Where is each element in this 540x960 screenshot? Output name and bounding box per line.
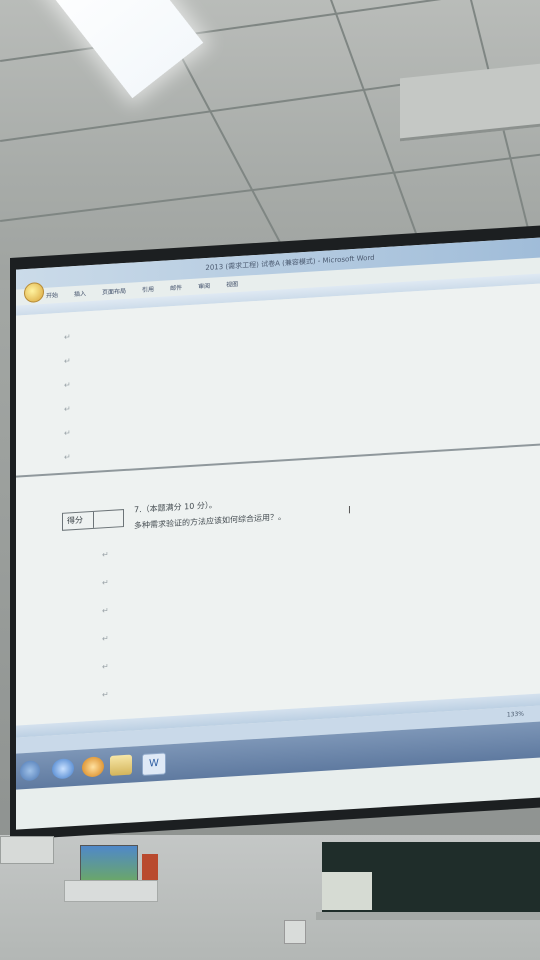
paragraph-mark: ↵ [64, 428, 71, 438]
score-label: 得分 [67, 515, 83, 526]
chalk-tray [316, 912, 540, 920]
notice-paper [322, 872, 372, 910]
tab-references[interactable]: 引用 [142, 283, 154, 298]
paragraph-mark: ↵ [102, 605, 109, 616]
score-divider [93, 511, 94, 528]
question-title: 7.（本题满分 10 分）。 [134, 500, 217, 515]
tab-review[interactable]: 审阅 [198, 280, 210, 295]
projector-screen: 2013 (需求工程) 试卷A (兼容模式) - Microsoft Word … [10, 223, 540, 841]
ceiling-light [40, 0, 204, 99]
zoom-level[interactable]: 133% [507, 707, 524, 724]
document-page[interactable]: ↵ ↵ ↵ ↵ ↵ ↵ 得分 7.（本题满分 10 分）。 多种需求验证的方法应… [16, 282, 540, 726]
paragraph-mark: ↵ [64, 356, 71, 366]
windows-start-icon[interactable] [20, 760, 40, 782]
paragraph-mark: ↵ [102, 689, 109, 700]
tab-view[interactable]: 视图 [226, 278, 238, 293]
projected-word-window: 2013 (需求工程) 试卷A (兼容模式) - Microsoft Word … [16, 236, 540, 830]
red-label [142, 854, 158, 880]
tab-page-layout[interactable]: 页面布局 [102, 285, 126, 300]
ceiling-vent [400, 61, 540, 142]
question-text: 多种需求验证的方法应该如何综合运用？。 [134, 512, 286, 531]
paragraph-mark: ↵ [102, 549, 109, 560]
wall-box [0, 836, 54, 864]
tab-mailings[interactable]: 邮件 [170, 281, 182, 296]
word-icon[interactable]: W [142, 752, 166, 776]
ceiling-grid-line [0, 146, 540, 222]
text-cursor-icon: I [348, 505, 351, 517]
browser-icon[interactable] [52, 758, 74, 780]
score-box: 得分 [62, 509, 124, 531]
office-button-icon[interactable] [24, 281, 44, 304]
tab-insert[interactable]: 插入 [74, 287, 86, 302]
folder-icon[interactable] [110, 754, 132, 776]
paragraph-mark: ↵ [64, 404, 71, 414]
paragraph-mark: ↵ [102, 661, 109, 672]
paragraph-mark: ↵ [64, 380, 71, 390]
media-player-icon[interactable] [82, 756, 104, 778]
wall-outlets [64, 880, 158, 902]
page-break-line [16, 442, 540, 478]
paragraph-mark: ↵ [102, 577, 109, 588]
paragraph-mark: ↵ [64, 332, 71, 342]
wall-switch [284, 920, 306, 944]
tab-home[interactable]: 开始 [46, 289, 58, 304]
paragraph-mark: ↵ [64, 452, 71, 462]
paragraph-mark: ↵ [102, 633, 109, 644]
wall-panel [80, 845, 138, 881]
